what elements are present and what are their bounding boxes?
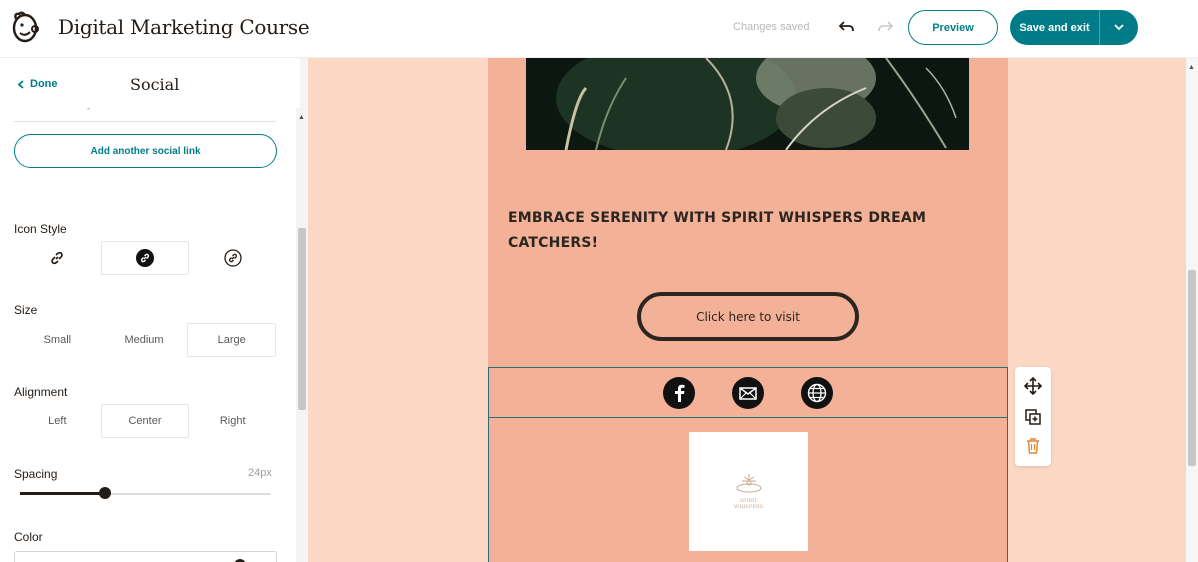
hero-image[interactable] bbox=[526, 58, 969, 150]
link-solid-icon bbox=[136, 249, 154, 267]
undo-button[interactable] bbox=[836, 16, 858, 38]
cta-button[interactable]: Click here to visit bbox=[637, 292, 859, 341]
icon-style-outline[interactable] bbox=[189, 241, 276, 275]
undo-icon bbox=[839, 21, 854, 32]
add-social-link-button[interactable]: Add another social link bbox=[14, 134, 277, 168]
redo-button[interactable] bbox=[874, 16, 896, 38]
move-block-button[interactable] bbox=[1023, 376, 1043, 396]
alignment-selector: Left Center Right bbox=[14, 404, 276, 438]
move-icon bbox=[1024, 377, 1042, 395]
panel-scrollbar-thumb[interactable] bbox=[298, 228, 306, 410]
brand-logo-text-line2: WHISPERS bbox=[733, 504, 764, 510]
save-and-exit-button[interactable]: Save and exit bbox=[1010, 10, 1100, 45]
color-picker-field[interactable] bbox=[14, 551, 277, 562]
email-body: EMBRACE SERENITY WITH SPIRIT WHISPERS DR… bbox=[488, 58, 1008, 562]
panel-header: Done Social bbox=[0, 58, 300, 108]
social-links-block[interactable] bbox=[488, 367, 1008, 418]
globe-icon[interactable] bbox=[801, 377, 833, 409]
icon-style-plain[interactable] bbox=[14, 241, 101, 275]
alignment-option-right[interactable]: Right bbox=[189, 404, 276, 438]
mailchimp-logo-icon[interactable] bbox=[10, 10, 40, 44]
email-headline[interactable]: EMBRACE SERENITY WITH SPIRIT WHISPERS DR… bbox=[508, 206, 978, 256]
logo-block[interactable]: SPIRIT WHISPERS bbox=[488, 418, 1008, 562]
redo-icon bbox=[878, 21, 893, 32]
done-label: Done bbox=[30, 78, 58, 90]
duplicate-icon bbox=[1025, 409, 1041, 425]
alignment-option-left[interactable]: Left bbox=[14, 404, 101, 438]
spacing-slider[interactable] bbox=[20, 487, 270, 499]
spacing-value: 24px bbox=[248, 467, 272, 479]
dreamcatcher-logo-icon bbox=[736, 474, 762, 493]
panel-title: Social bbox=[130, 75, 180, 94]
alignment-option-center[interactable]: Center bbox=[100, 404, 190, 438]
color-label: Color bbox=[14, 530, 43, 544]
facebook-icon[interactable] bbox=[663, 377, 695, 409]
scroll-up-arrow-icon[interactable]: ▲ bbox=[1188, 64, 1195, 71]
done-button[interactable]: Done bbox=[18, 78, 58, 90]
scroll-up-arrow-icon[interactable]: ▲ bbox=[298, 114, 305, 121]
brand-logo-text: SPIRIT WHISPERS bbox=[689, 498, 808, 510]
size-option-small[interactable]: Small bbox=[14, 323, 101, 357]
delete-block-button[interactable] bbox=[1023, 436, 1043, 456]
icon-style-selector bbox=[14, 241, 276, 275]
block-toolbar bbox=[1015, 367, 1051, 466]
app-title: Digital Marketing Course bbox=[58, 15, 310, 39]
top-bar: Digital Marketing Course Changes saved P… bbox=[0, 0, 1198, 58]
link-outline-icon bbox=[224, 249, 242, 267]
save-button-group: Save and exit bbox=[1010, 10, 1138, 45]
canvas-scrollbar-thumb[interactable] bbox=[1188, 270, 1196, 466]
link-plain-icon bbox=[51, 251, 64, 265]
trash-icon bbox=[1027, 438, 1039, 454]
email-canvas: EMBRACE SERENITY WITH SPIRIT WHISPERS DR… bbox=[308, 58, 1186, 562]
social-settings-panel: Please enter your website Done Social Ad… bbox=[0, 58, 300, 562]
chevron-left-icon bbox=[18, 79, 24, 89]
spacing-slider-fill bbox=[20, 492, 105, 495]
save-options-dropdown[interactable] bbox=[1100, 10, 1138, 45]
spacing-label: Spacing bbox=[14, 467, 58, 481]
size-selector: Small Medium Large bbox=[14, 323, 277, 357]
size-label: Size bbox=[14, 303, 38, 317]
size-option-large[interactable]: Large bbox=[187, 323, 277, 357]
icon-style-label: Icon Style bbox=[14, 222, 67, 236]
spacing-slider-thumb[interactable] bbox=[99, 487, 111, 499]
canvas-scrollbar[interactable]: ▲ bbox=[1186, 58, 1198, 562]
duplicate-block-button[interactable] bbox=[1023, 407, 1043, 427]
alignment-label: Alignment bbox=[14, 385, 68, 399]
panel-scrollbar[interactable]: ▲ bbox=[296, 58, 308, 562]
brand-logo-image[interactable]: SPIRIT WHISPERS bbox=[689, 432, 808, 551]
size-option-medium[interactable]: Medium bbox=[101, 323, 188, 357]
save-status: Changes saved bbox=[733, 21, 810, 33]
email-icon[interactable] bbox=[732, 377, 764, 409]
chevron-down-icon bbox=[1114, 24, 1124, 31]
icon-style-solid[interactable] bbox=[100, 241, 190, 275]
preview-button[interactable]: Preview bbox=[908, 10, 998, 45]
